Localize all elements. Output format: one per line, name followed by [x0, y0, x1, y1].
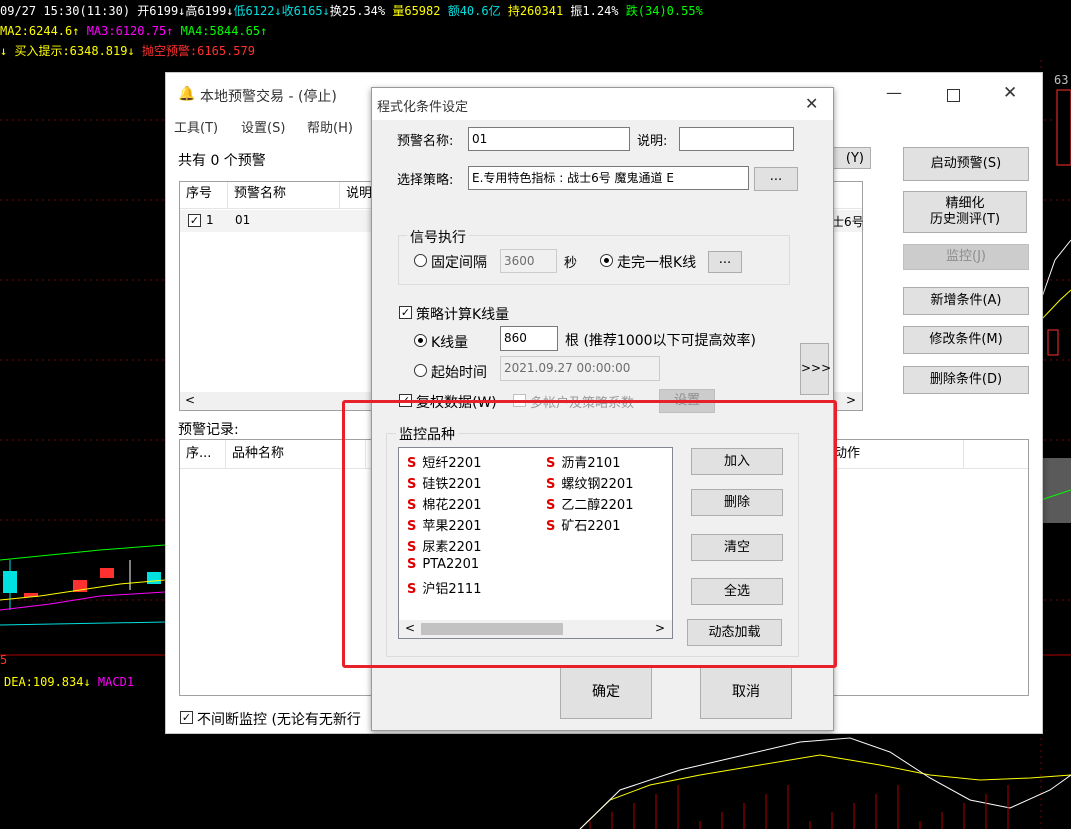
- strategy-browse-button[interactable]: ...: [754, 167, 798, 191]
- fixed-interval-input[interactable]: 3600: [500, 249, 557, 273]
- minimize-icon[interactable]: —: [886, 83, 902, 102]
- kline-finish-label: 走完一根K线: [617, 255, 697, 271]
- calc-kline-checkbox[interactable]: ✓: [399, 306, 412, 319]
- refine-line1: 精细化: [945, 196, 985, 211]
- ma-line-green: [0, 544, 166, 561]
- strategy-input[interactable]: E.专用特色指标 : 战士6号 魔鬼通道 E: [468, 166, 749, 190]
- alert-name-label: 预警名称:: [397, 134, 454, 149]
- refine-backtest-button[interactable]: 精细化 历史测评(T): [903, 191, 1027, 233]
- calc-kline-label: 策略计算K线量: [416, 307, 510, 323]
- right-axis-num: 63: [1054, 73, 1069, 87]
- right-panel: [1041, 458, 1071, 523]
- quote-line-1-part-5: 持260341: [507, 4, 571, 18]
- quote-line-3-part-0: ↓ 买入提示:6348.819↓: [0, 44, 142, 58]
- candle-4: [100, 568, 114, 578]
- highlight-box: [342, 400, 837, 668]
- add-condition-button[interactable]: 新增条件(A): [903, 287, 1029, 315]
- right-ma-1: [1040, 289, 1071, 321]
- start-alert-button[interactable]: 启动预警(S): [903, 147, 1029, 181]
- indicator-yellow: [579, 754, 1071, 829]
- monitor-button[interactable]: 监控(J): [903, 244, 1029, 270]
- header-seq[interactable]: 序号: [180, 182, 228, 208]
- ma-line-cyan: [0, 621, 166, 626]
- menu-help[interactable]: 帮助(H): [307, 117, 353, 136]
- scroll-left-icon[interactable]: <: [185, 393, 195, 407]
- menu-tools[interactable]: 工具(T): [174, 117, 218, 136]
- quote-line-2: MA2:6244.6↑ MA3:6120.75↑ MA4:5844.65↑: [0, 23, 267, 39]
- right-ma-3: [1040, 239, 1071, 301]
- kline-settings-button[interactable]: ...: [708, 251, 742, 273]
- kline-finish-radio[interactable]: [600, 254, 613, 267]
- row-num: 1: [206, 213, 214, 227]
- fixed-interval-radio[interactable]: [414, 254, 427, 267]
- modify-condition-button[interactable]: 修改条件(M): [903, 326, 1029, 354]
- quote-line-1-part-6: 振1.24%: [570, 4, 626, 18]
- right-candle-1: [1056, 89, 1071, 166]
- records-header-seq[interactable]: 序...: [180, 440, 226, 468]
- dialog-title-bar: 程式化条件设定 ✕: [372, 88, 833, 120]
- dialog-close-icon[interactable]: ✕: [805, 94, 818, 113]
- kline-note: 根 (推荐1000以下可提高效率): [565, 333, 757, 349]
- close-icon[interactable]: ✕: [1003, 83, 1017, 103]
- quote-line-1-part-1: 低6122↓收6165↓: [233, 4, 330, 18]
- alert-name-input[interactable]: 01: [468, 127, 630, 151]
- row-checkbox[interactable]: ✓: [188, 214, 201, 227]
- kline-count-label: K线量: [431, 335, 469, 351]
- kline-count-input[interactable]: 860: [500, 326, 558, 351]
- indicator-white: [579, 737, 1071, 829]
- quote-line-1-part-7: 跌(34)0.55%: [625, 4, 703, 18]
- ok-button[interactable]: 确定: [560, 665, 652, 719]
- quote-line-1-part-4: 额40.6亿: [447, 4, 508, 18]
- strategy-label: 选择策略:: [397, 173, 454, 188]
- fixed-interval-label: 固定间隔: [431, 255, 487, 271]
- scroll-right-icon[interactable]: >: [846, 393, 856, 407]
- quote-line-1-part-2: 换25.34%: [329, 4, 393, 18]
- start-time-input[interactable]: 2021.09.27 00:00:00: [500, 356, 660, 381]
- quote-line-2-part-2: MA4:5844.65↑: [180, 24, 268, 38]
- expand-button[interactable]: >>>: [800, 343, 831, 395]
- quote-line-2-part-0: MA2:6244.6↑: [0, 24, 87, 38]
- quote-line-1-part-3: 量65982: [392, 4, 448, 18]
- dialog-title: 程式化条件设定: [377, 100, 469, 115]
- right-candle-2: [1047, 329, 1059, 356]
- quote-line-1: 09/27 15:30(11:30) 开6199↓高6199↓低6122↓收61…: [0, 3, 703, 19]
- records-header-action[interactable]: 动作: [828, 440, 964, 468]
- alert-count: 共有 0 个预警: [178, 153, 266, 169]
- seconds-label: 秒: [564, 256, 578, 271]
- indicator-label-part-1: MACD1: [97, 675, 135, 689]
- continuous-monitor-checkbox[interactable]: ✓: [180, 711, 193, 724]
- header-name[interactable]: 预警名称: [228, 182, 340, 208]
- bell-icon: 🔔: [178, 86, 196, 102]
- row-name: 01: [235, 213, 251, 227]
- indicator-label-part-0: DEA:109.834↓: [4, 675, 98, 689]
- maximize-icon[interactable]: [947, 89, 960, 102]
- quote-line-3: ↓ 买入提示:6348.819↓ 抛空预警:6165.579: [0, 43, 255, 59]
- quote-line-2-part-1: MA3:6120.75↑: [86, 24, 181, 38]
- refine-line2: 历史测评(T): [929, 212, 1001, 227]
- candle-5: [147, 572, 161, 584]
- continuous-monitor-label: 不间断监控 (无论有无新行: [197, 712, 361, 728]
- quote-line-3-part-1: 抛空预警:6165.579: [141, 44, 255, 58]
- delete-condition-button[interactable]: 删除条件(D): [903, 366, 1029, 394]
- left-axis-num: 5: [0, 653, 8, 667]
- menu-settings[interactable]: 设置(S): [241, 117, 285, 136]
- records-label: 预警记录:: [178, 422, 239, 438]
- cancel-button[interactable]: 取消: [700, 665, 792, 719]
- desc-input[interactable]: [679, 127, 794, 151]
- desc-label: 说明:: [637, 134, 668, 149]
- start-time-label: 起始时间: [431, 365, 487, 381]
- signal-group-title: 信号执行: [407, 227, 469, 247]
- row-right-text: 士6号: [832, 215, 864, 229]
- window-title: 本地预警交易 - (停止): [200, 89, 337, 105]
- indicator-label: DEA:109.834↓ MACD1: [4, 674, 134, 690]
- quote-line-1-part-0: 09/27 15:30(11:30) 开6199↓高6199↓: [0, 4, 234, 18]
- start-time-radio[interactable]: [414, 364, 427, 377]
- kline-count-radio[interactable]: [414, 334, 427, 347]
